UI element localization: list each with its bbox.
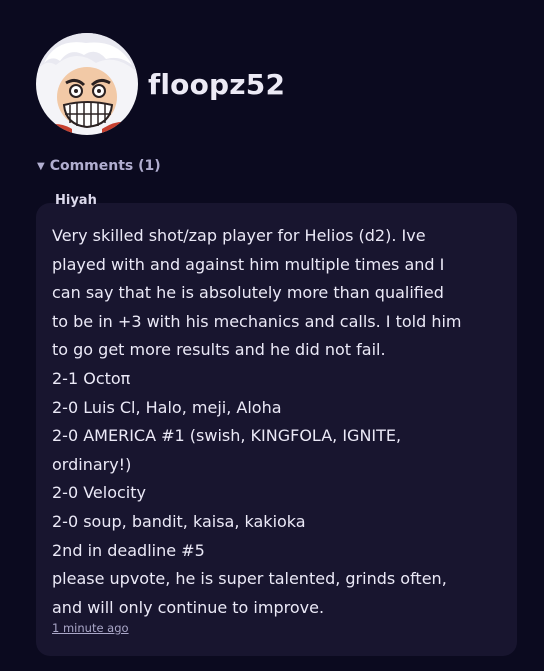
avatar[interactable]	[36, 33, 138, 135]
comment-line: please upvote, he is super talented, gri…	[52, 569, 447, 589]
comment-line: played with and against him multiple tim…	[52, 254, 445, 274]
username[interactable]: floopz52	[148, 68, 285, 101]
comment-line: and will only continue to improve.	[52, 597, 325, 617]
profile-header: floopz52	[36, 33, 285, 135]
comment-timestamp-link[interactable]: 1 minute ago	[52, 621, 129, 635]
comment-author[interactable]: Hiyah	[55, 193, 97, 208]
comment-line: 2nd in deadline #5	[52, 540, 205, 560]
comment-line: 2-0 Velocity	[52, 483, 146, 503]
avatar-image	[36, 33, 138, 135]
comments-toggle[interactable]: ▼ Comments (1)	[37, 158, 161, 174]
comment-line: to go get more results and he did not fa…	[52, 340, 386, 360]
comment-line: Very skilled shot/zap player for Helios …	[52, 226, 426, 245]
comment-line: to be in +3 with his mechanics and calls…	[52, 311, 462, 331]
caret-down-icon: ▼	[37, 160, 45, 172]
comment-line: ordinary!)	[52, 454, 132, 474]
comment-line: can say that he is absolutely more than …	[52, 283, 444, 303]
comment-line: 2-0 AMERICA #1 (swish, KINGFOLA, IGNITE,	[52, 426, 402, 446]
comment-line: 2-1 Octoπ	[52, 368, 131, 388]
comment-line: 2-0 Luis Cl, Halo, meji, Aloha	[52, 397, 282, 417]
comment-line: 2-0 soup, bandit, kaisa, kakioka	[52, 511, 306, 531]
comment-body: Very skilled shot/zap player for Helios …	[52, 222, 508, 622]
comments-toggle-label: Comments (1)	[49, 158, 161, 174]
page: floopz52 ▼ Comments (1) Hiyah Very skill…	[0, 0, 544, 671]
